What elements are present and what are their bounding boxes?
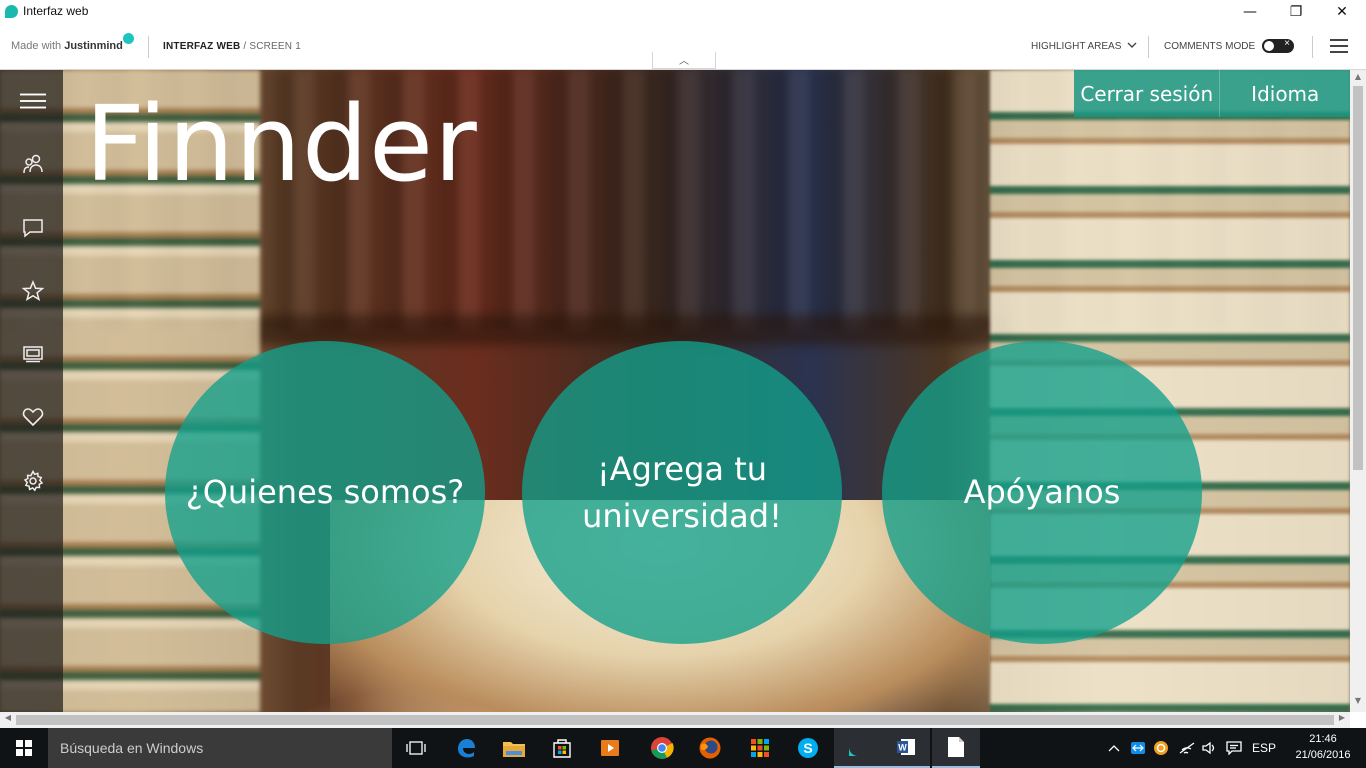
breadcrumb-screen[interactable]: / SCREEN 1 xyxy=(243,41,301,52)
volume-icon[interactable] xyxy=(1199,728,1219,768)
media-player-icon[interactable] xyxy=(586,728,634,768)
windows-taskbar: Búsqueda en Windows S W ESP 21:46 21/06/… xyxy=(0,728,1366,768)
edge-icon[interactable] xyxy=(442,728,490,768)
input-language-indicator[interactable]: ESP xyxy=(1250,728,1278,768)
heart-icon[interactable] xyxy=(20,404,46,430)
task-view-icon[interactable] xyxy=(392,728,440,768)
about-us-button[interactable]: ¿Quienes somos? xyxy=(165,341,485,644)
vertical-scroll-thumb[interactable] xyxy=(1353,86,1363,470)
prototype-canvas: Finnder Cerrar sesión Idioma ¿Quienes so… xyxy=(0,70,1350,712)
teamviewer-tray-icon[interactable] xyxy=(1128,728,1148,768)
window-title: Interfaz web xyxy=(23,4,89,18)
sidebar xyxy=(0,70,63,712)
star-icon[interactable] xyxy=(20,278,46,304)
chrome-icon[interactable] xyxy=(638,728,686,768)
toolbar-divider xyxy=(1312,36,1313,58)
justinmind-dot-icon xyxy=(123,33,134,44)
restore-button[interactable]: ❐ xyxy=(1273,0,1319,24)
close-button[interactable]: ✕ xyxy=(1319,0,1365,24)
gear-icon[interactable] xyxy=(20,468,46,494)
scroll-right-icon[interactable]: ▶ xyxy=(1335,713,1349,727)
minimize-button[interactable]: — xyxy=(1227,0,1273,24)
clock-time: 21:46 xyxy=(1309,733,1337,745)
file-explorer-icon[interactable] xyxy=(490,728,538,768)
users-icon[interactable] xyxy=(20,151,46,177)
breadcrumb-project[interactable]: INTERFAZ WEB xyxy=(163,41,240,52)
store-icon[interactable] xyxy=(538,728,586,768)
svg-text:S: S xyxy=(803,740,812,756)
wifi-icon[interactable] xyxy=(1176,728,1198,768)
slides-icon[interactable] xyxy=(20,341,46,367)
clock[interactable]: 21:46 21/06/2016 xyxy=(1288,731,1358,763)
comments-mode-label: COMMENTS MODE xyxy=(1164,41,1256,52)
comments-mode-toggle[interactable]: × xyxy=(1262,38,1294,53)
sync-tray-icon[interactable] xyxy=(1151,728,1171,768)
action-center-icon[interactable] xyxy=(1223,728,1245,768)
windows-search-box[interactable]: Búsqueda en Windows xyxy=(48,728,392,768)
made-with-label[interactable]: Made with Justinmind xyxy=(11,40,123,52)
add-university-label: ¡Agrega tu universidad! xyxy=(582,446,782,539)
highlight-areas-label: HIGHLIGHT AREAS xyxy=(1031,41,1122,52)
made-with-brand: Justinmind xyxy=(64,40,123,52)
svg-text:W: W xyxy=(898,743,907,753)
toggle-knob xyxy=(1264,41,1274,51)
window-titlebar: Interfaz web — ❐ ✕ xyxy=(0,0,1366,24)
scroll-up-icon[interactable]: ▲ xyxy=(1350,72,1366,86)
made-with-prefix: Made with xyxy=(11,40,62,52)
toolbar-divider xyxy=(148,36,149,58)
chat-icon[interactable] xyxy=(20,215,46,241)
support-us-button[interactable]: Apóyanos xyxy=(882,341,1202,644)
language-button[interactable]: Idioma xyxy=(1220,70,1350,117)
horizontal-scroll-thumb[interactable] xyxy=(16,715,1334,725)
breadcrumb: INTERFAZ WEB / SCREEN 1 xyxy=(163,41,301,52)
firefox-icon[interactable] xyxy=(686,728,734,768)
vertical-scrollbar[interactable]: ▲ ▼ xyxy=(1350,70,1366,712)
about-us-label: ¿Quienes somos? xyxy=(185,473,465,512)
office-apps-icon[interactable] xyxy=(736,728,784,768)
document-icon[interactable] xyxy=(932,728,980,768)
scroll-left-icon[interactable]: ◀ xyxy=(1,713,15,727)
background-shelf xyxy=(250,315,1010,345)
toolbar-divider xyxy=(1148,36,1149,58)
toolbar-menu-icon[interactable] xyxy=(1330,39,1348,53)
add-university-line2: universidad! xyxy=(582,496,782,535)
top-navigation: Cerrar sesión Idioma xyxy=(1074,70,1350,117)
show-hidden-icons-icon[interactable] xyxy=(1104,728,1124,768)
menu-icon[interactable] xyxy=(20,88,46,114)
toggle-off-icon: × xyxy=(1284,38,1290,49)
search-placeholder: Búsqueda en Windows xyxy=(60,740,204,756)
collapse-toolbar-button[interactable]: ︿ xyxy=(652,52,716,69)
add-university-line1: ¡Agrega tu xyxy=(596,450,768,489)
windows-logo-icon xyxy=(16,740,32,756)
scroll-down-icon[interactable]: ▼ xyxy=(1350,696,1366,710)
justinmind-icon[interactable] xyxy=(834,728,882,768)
highlight-areas-dropdown[interactable]: HIGHLIGHT AREAS xyxy=(1031,41,1137,52)
app-logo-icon xyxy=(5,5,18,18)
skype-icon[interactable]: S xyxy=(784,728,832,768)
horizontal-scrollbar[interactable]: ◀ ▶ xyxy=(0,712,1350,728)
site-logo-title: Finnder xyxy=(85,83,478,205)
chevron-down-icon xyxy=(1127,42,1137,48)
start-button[interactable] xyxy=(0,728,48,768)
support-us-label: Apóyanos xyxy=(963,473,1121,512)
word-icon[interactable]: W xyxy=(882,728,930,768)
logout-button[interactable]: Cerrar sesión xyxy=(1074,70,1221,117)
add-university-button[interactable]: ¡Agrega tu universidad! xyxy=(522,341,842,644)
clock-date: 21/06/2016 xyxy=(1295,749,1351,761)
